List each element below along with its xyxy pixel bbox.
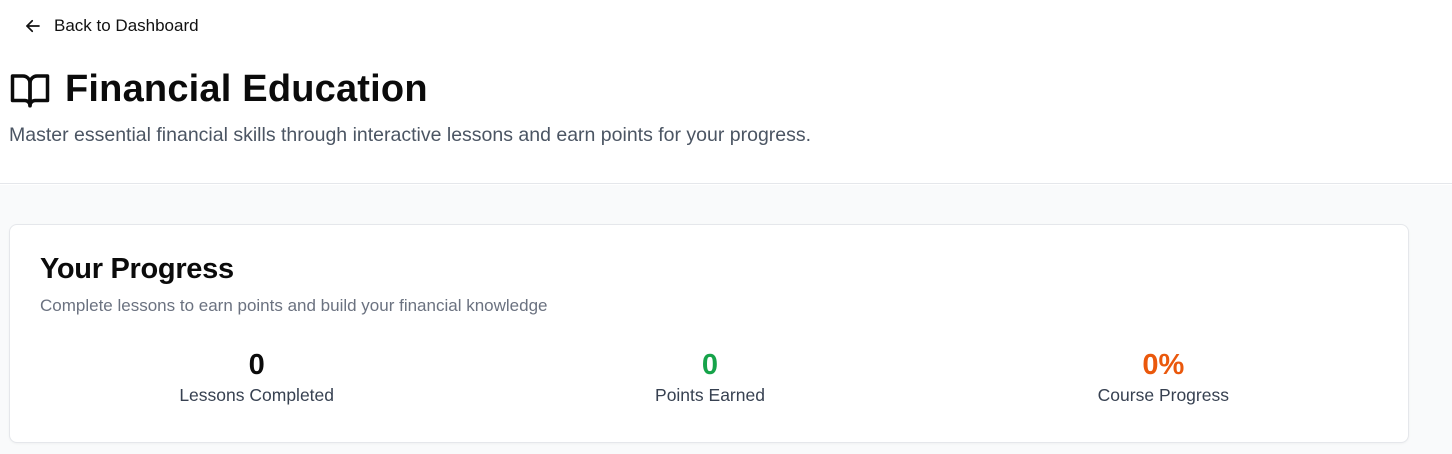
progress-card-title: Your Progress: [40, 253, 234, 285]
stat-value: 0: [701, 349, 719, 381]
arrow-left-icon: [24, 17, 42, 35]
stat-lessons-completed: 0 Lessons Completed: [30, 347, 483, 406]
stat-label: Lessons Completed: [179, 385, 334, 405]
page-title: Financial Education: [65, 68, 428, 110]
progress-card-subtitle: Complete lessons to earn points and buil…: [40, 296, 548, 315]
stat-value: 0%: [1142, 349, 1185, 381]
page-subtitle: Master essential financial skills throug…: [9, 124, 812, 146]
stat-label: Points Earned: [655, 385, 765, 405]
progress-card: Your Progress Complete lessons to earn p…: [9, 224, 1409, 443]
progress-stats: 0 Lessons Completed 0 Points Earned 0% C…: [30, 347, 1390, 406]
stat-course-progress: 0% Course Progress: [937, 347, 1390, 406]
main-content: Your Progress Complete lessons to earn p…: [0, 185, 1452, 454]
stat-label: Course Progress: [1097, 385, 1229, 405]
stat-points-earned: 0 Points Earned: [483, 347, 936, 406]
stat-value: 0: [248, 349, 265, 381]
page-header: Back to Dashboard Financial Education Ma…: [0, 0, 1452, 184]
title-row: Financial Education: [9, 68, 428, 111]
back-to-dashboard-link[interactable]: Back to Dashboard: [24, 14, 199, 38]
back-link-label: Back to Dashboard: [54, 16, 199, 35]
book-open-icon: [9, 69, 51, 111]
